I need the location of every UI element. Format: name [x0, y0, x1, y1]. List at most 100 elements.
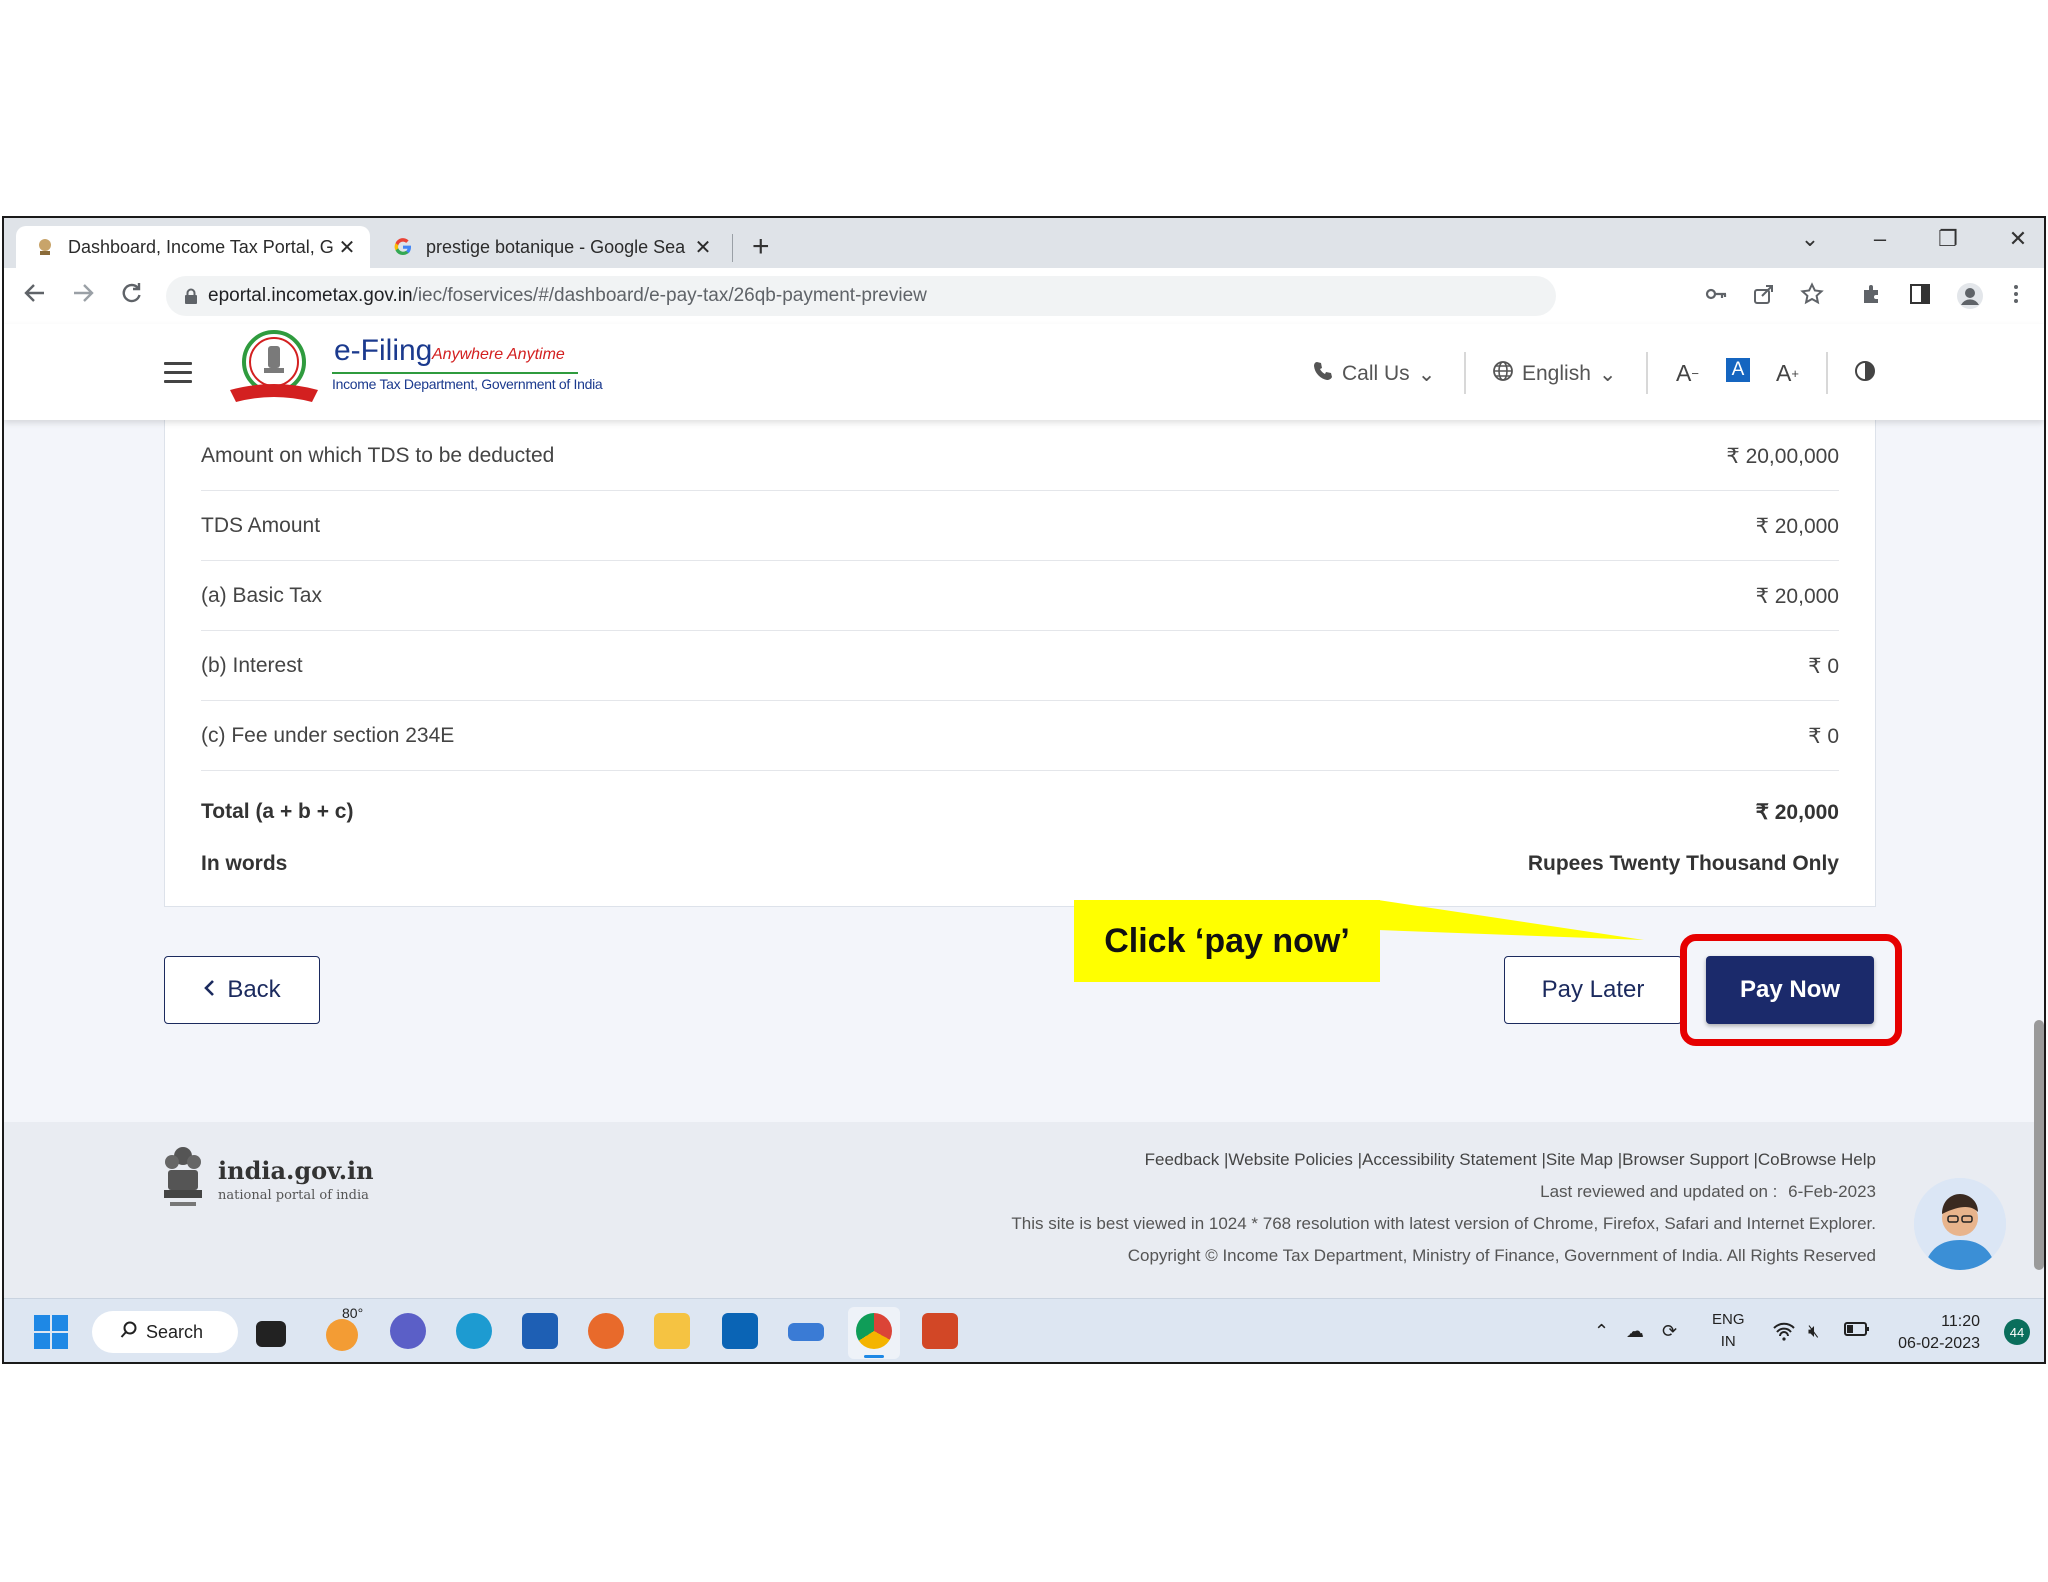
header-divider: [1826, 352, 1828, 394]
pen-app-icon[interactable]: [788, 1323, 824, 1341]
tab-title: Dashboard, Income Tax Portal, G: [68, 236, 334, 257]
logo-underline: [332, 372, 578, 374]
firefox-icon[interactable]: [588, 1313, 624, 1349]
reload-icon[interactable]: [114, 280, 148, 314]
windows-taskbar: Search 80° ⌃ ☁ ⟳ ENG IN 🔇︎ 11:20 06-02-2…: [4, 1298, 2044, 1362]
chat-assistant-avatar-icon[interactable]: [1914, 1178, 2006, 1270]
site-footer: india.gov.in national portal of india Fe…: [4, 1122, 2044, 1298]
back-arrow-icon[interactable]: [18, 280, 52, 314]
bookmark-star-icon[interactable]: [1800, 282, 1828, 310]
total-value: ₹ 20,000: [1755, 801, 1839, 824]
footer-links[interactable]: Feedback |Website Policies |Accessibilit…: [1145, 1150, 1876, 1170]
extensions-puzzle-icon[interactable]: [1860, 282, 1888, 310]
chevron-down-icon: ⌄: [1417, 362, 1436, 386]
in-words-value: Rupees Twenty Thousand Only: [1527, 852, 1839, 875]
tab-income-tax-portal[interactable]: Dashboard, Income Tax Portal, G ✕: [16, 226, 370, 268]
windows-start-icon[interactable]: [34, 1315, 68, 1354]
call-us-dropdown[interactable]: Call Us ⌄: [1312, 360, 1435, 388]
in-words-label: In words: [201, 852, 288, 875]
teams-chat-icon[interactable]: [390, 1313, 426, 1349]
share-icon[interactable]: [1752, 282, 1780, 310]
decrease-font-label: A: [1676, 360, 1692, 386]
income-tax-logo-icon[interactable]: [224, 330, 324, 410]
national-emblem-icon[interactable]: [160, 1144, 206, 1210]
chrome-icon[interactable]: [856, 1313, 892, 1349]
browser-tab-strip: Dashboard, Income Tax Portal, G ✕ presti…: [4, 218, 2044, 268]
weather-icon[interactable]: [326, 1319, 358, 1351]
microsoft-store-icon[interactable]: [522, 1313, 558, 1349]
phone-icon: [1312, 360, 1334, 388]
increase-font-button[interactable]: A +: [1776, 360, 1799, 387]
row-label: TDS Amount: [201, 514, 321, 537]
hamburger-menu-icon[interactable]: [164, 362, 192, 384]
row-value: ₹ 0: [1808, 655, 1839, 678]
copyright-text: Copyright © Income Tax Department, Minis…: [1127, 1246, 1876, 1265]
file-explorer-icon[interactable]: [654, 1313, 690, 1349]
search-icon: [120, 1321, 138, 1344]
efiling-logo-tagline: Anywhere Anytime: [432, 346, 565, 363]
last-reviewed: Last reviewed and updated on : 6-Feb-202…: [1540, 1182, 1876, 1202]
key-icon[interactable]: [1704, 282, 1732, 310]
notification-badge[interactable]: 44: [2004, 1319, 2030, 1345]
powerpoint-icon[interactable]: [922, 1313, 958, 1349]
emblem-favicon-icon: [34, 236, 56, 258]
contrast-toggle-icon[interactable]: [1854, 360, 1876, 387]
tab-google-search[interactable]: prestige botanique - Google Sea ✕: [374, 226, 726, 268]
forward-arrow-icon[interactable]: [66, 280, 100, 314]
browser-menu-icon[interactable]: [2004, 282, 2032, 310]
edge-browser-icon[interactable]: [456, 1313, 492, 1349]
task-view-icon[interactable]: [256, 1321, 286, 1347]
tab-search-chevron-icon[interactable]: ⌄: [1790, 226, 1830, 252]
google-icon: [392, 236, 414, 258]
main-content: Amount on which TDS to be deducted ₹ 20,…: [4, 420, 2044, 1140]
page-scrollbar[interactable]: [2034, 1020, 2044, 1270]
language-code: ENG: [1712, 1311, 1745, 1328]
input-language-indicator[interactable]: ENG IN: [1712, 1309, 1745, 1353]
row-label: Amount on which TDS to be deducted: [201, 444, 555, 467]
new-tab-button[interactable]: +: [752, 230, 770, 264]
summary-row: Amount on which TDS to be deducted ₹ 20,…: [201, 420, 1839, 491]
summary-row: (a) Basic Tax ₹ 20,000: [201, 560, 1839, 631]
row-value: ₹ 20,000: [1755, 585, 1839, 608]
chrome-active-indicator: [864, 1355, 884, 1358]
close-tab-icon[interactable]: ✕: [336, 235, 358, 260]
speaker-muted-icon[interactable]: 🔇︎: [1808, 1321, 1819, 1342]
browser-toolbar: eportal.incometax.gov.in/iec/foservices/…: [4, 268, 2044, 325]
efiling-logo-title: e-Filing: [334, 334, 433, 367]
address-bar[interactable]: eportal.incometax.gov.in/iec/foservices/…: [166, 276, 1556, 316]
site-header: e-Filing Anywhere Anytime Income Tax Dep…: [4, 324, 2044, 420]
pay-later-button[interactable]: Pay Later: [1504, 956, 1682, 1024]
clock-date: 06-02-2023: [1898, 1335, 1980, 1352]
chevron-up-icon[interactable]: ⌃: [1594, 1321, 1609, 1342]
clock-time: 11:20: [1941, 1313, 1980, 1330]
wifi-icon[interactable]: [1772, 1321, 1796, 1346]
instruction-callout: Click ‘pay now’: [1074, 900, 1380, 982]
search-label: Search: [146, 1321, 204, 1342]
back-button[interactable]: Back: [164, 956, 320, 1024]
summary-row: (c) Fee under section 234E ₹ 0: [201, 700, 1839, 771]
best-viewed-note: This site is best viewed in 1024 * 768 r…: [1011, 1214, 1876, 1233]
onedrive-cloud-icon[interactable]: ☁: [1626, 1321, 1644, 1342]
url-path: /iec/foservices/#/dashboard/e-pay-tax/26…: [412, 285, 927, 306]
close-window-button[interactable]: ✕: [1998, 226, 2038, 252]
taskbar-search[interactable]: Search: [92, 1311, 238, 1353]
system-clock[interactable]: 11:20 06-02-2023: [1898, 1311, 1980, 1355]
sync-icon[interactable]: ⟳: [1662, 1321, 1677, 1342]
restore-button[interactable]: ❐: [1928, 226, 1968, 252]
profile-avatar-icon[interactable]: [1956, 282, 1984, 310]
total-row: Total (a + b + c) ₹ 20,000: [201, 776, 1839, 832]
battery-icon[interactable]: [1844, 1321, 1870, 1342]
minimize-button[interactable]: –: [1860, 226, 1900, 252]
tab-divider: [732, 234, 733, 262]
decrease-font-button[interactable]: A −: [1676, 360, 1699, 387]
globe-icon: [1492, 360, 1514, 388]
side-panel-icon[interactable]: [1908, 282, 1936, 310]
normal-font-button[interactable]: A: [1726, 358, 1750, 382]
outlook-icon[interactable]: [722, 1313, 758, 1349]
india-gov-title[interactable]: india.gov.in: [218, 1156, 374, 1185]
pay-now-highlight: [1680, 934, 1902, 1046]
url-text: eportal.incometax.gov.in/iec/foservices/…: [208, 285, 927, 307]
close-tab-icon[interactable]: ✕: [692, 235, 714, 260]
total-label: Total (a + b + c): [201, 800, 354, 823]
language-dropdown[interactable]: English ⌄: [1492, 360, 1617, 388]
